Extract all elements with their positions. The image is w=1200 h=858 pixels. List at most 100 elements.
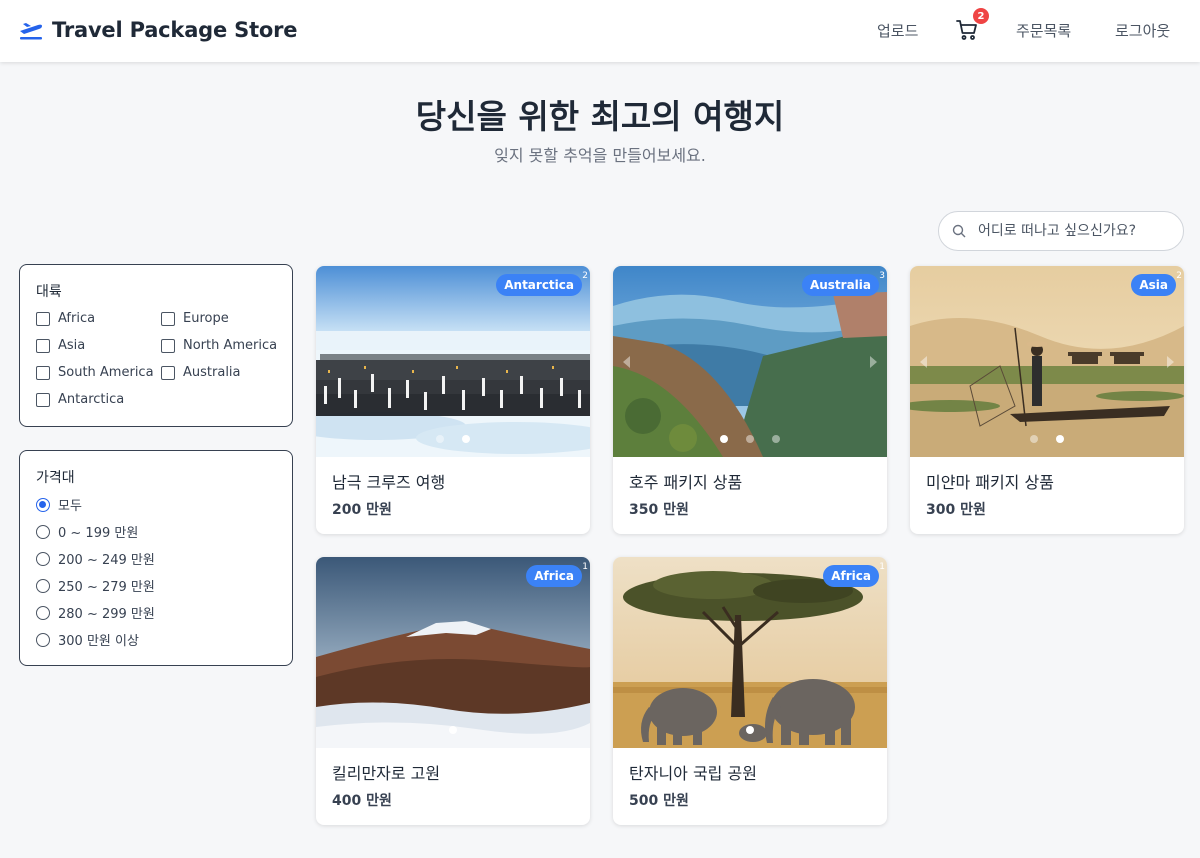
carousel-next-arrow[interactable] bbox=[1167, 356, 1174, 368]
continent-option-label: North America bbox=[183, 338, 278, 353]
carousel-next-arrow[interactable] bbox=[870, 356, 877, 368]
price-option-250-279[interactable]: 250 ~ 279 만원 bbox=[36, 576, 276, 595]
product-name: 미얀마 패키지 상품 bbox=[926, 473, 1054, 492]
brand-name: Travel Package Store bbox=[52, 18, 298, 42]
product-card[interactable]: Africa 1 킬리만자로 고원 400 만원 bbox=[316, 557, 590, 825]
product-price: 300 만원 bbox=[926, 502, 986, 518]
image-count: 1 bbox=[879, 562, 885, 572]
radio-button-selected[interactable] bbox=[36, 497, 50, 512]
carousel-dots bbox=[910, 435, 1184, 443]
carousel-dots bbox=[613, 435, 887, 443]
product-name: 킬리만자로 고원 bbox=[332, 764, 441, 783]
price-option-label: 0 ~ 199 만원 bbox=[58, 526, 139, 541]
carousel-dot-active[interactable] bbox=[1056, 435, 1064, 443]
price-option-label: 300 만원 이상 bbox=[58, 634, 139, 649]
continent-filter-panel: 대륙 Africa Europe Asia North America Sout… bbox=[19, 264, 293, 427]
top-navbar: Travel Package Store 업로드 2 주문목록 로그아웃 bbox=[0, 0, 1200, 62]
checkbox[interactable] bbox=[36, 338, 50, 353]
product-image-carousel[interactable]: Africa 1 bbox=[613, 557, 887, 748]
product-price: 400 만원 bbox=[332, 793, 392, 809]
carousel-dots bbox=[316, 435, 590, 443]
continent-option-label: Europe bbox=[183, 311, 229, 326]
continent-option-north-america[interactable]: North America bbox=[161, 336, 286, 355]
continent-option-label: Antarctica bbox=[58, 392, 125, 407]
carousel-dot-active[interactable] bbox=[449, 726, 457, 734]
product-name: 남극 크루즈 여행 bbox=[332, 473, 446, 492]
product-card[interactable]: Australia 3 호주 패키지 상품 350 만원 bbox=[613, 266, 887, 534]
price-filter-panel: 가격대 모두 0 ~ 199 만원 200 ~ 249 만원 250 ~ 279… bbox=[19, 450, 293, 666]
price-option-280-299[interactable]: 280 ~ 299 만원 bbox=[36, 603, 276, 622]
product-price: 350 만원 bbox=[629, 502, 689, 518]
continent-filter-title: 대륙 bbox=[36, 284, 62, 300]
price-option-label: 280 ~ 299 만원 bbox=[58, 607, 155, 622]
product-image-carousel[interactable]: Africa 1 bbox=[316, 557, 590, 748]
image-count: 2 bbox=[582, 271, 588, 281]
carousel-prev-arrow[interactable] bbox=[623, 356, 630, 368]
product-image-carousel[interactable]: Antarctica 2 bbox=[316, 266, 590, 457]
carousel-dot[interactable] bbox=[746, 435, 754, 443]
search-box[interactable] bbox=[938, 211, 1184, 251]
carousel-dot-active[interactable] bbox=[462, 435, 470, 443]
carousel-dots bbox=[316, 726, 590, 734]
radio-button[interactable] bbox=[36, 551, 50, 566]
price-option-300-plus[interactable]: 300 만원 이상 bbox=[36, 630, 276, 649]
continent-option-south-america[interactable]: South America bbox=[36, 363, 161, 382]
product-image-carousel[interactable]: Asia 2 bbox=[910, 266, 1184, 457]
continent-option-europe[interactable]: Europe bbox=[161, 309, 286, 328]
continent-option-asia[interactable]: Asia bbox=[36, 336, 161, 355]
continent-option-label: South America bbox=[58, 365, 154, 380]
checkbox[interactable] bbox=[161, 311, 175, 326]
carousel-dot[interactable] bbox=[772, 435, 780, 443]
carousel-prev-arrow[interactable] bbox=[920, 356, 927, 368]
radio-button[interactable] bbox=[36, 578, 50, 593]
product-price: 500 만원 bbox=[629, 793, 689, 809]
continent-option-antarctica[interactable]: Antarctica bbox=[36, 390, 161, 409]
product-card[interactable]: Africa 1 탄자니아 국립 공원 500 만원 bbox=[613, 557, 887, 825]
continent-option-label: Australia bbox=[183, 365, 241, 380]
radio-button[interactable] bbox=[36, 632, 50, 647]
search-icon bbox=[952, 224, 966, 238]
radio-button[interactable] bbox=[36, 524, 50, 539]
checkbox[interactable] bbox=[36, 311, 50, 326]
continent-badge: Antarctica bbox=[496, 274, 582, 296]
continent-option-australia[interactable]: Australia bbox=[161, 363, 286, 382]
price-option-all[interactable]: 모두 bbox=[36, 495, 276, 514]
carousel-dot[interactable] bbox=[436, 435, 444, 443]
price-filter-title: 가격대 bbox=[36, 470, 75, 486]
product-card[interactable]: Antarctica 2 남극 크루즈 여행 200 만원 bbox=[316, 266, 590, 534]
checkbox[interactable] bbox=[161, 338, 175, 353]
radio-button[interactable] bbox=[36, 605, 50, 620]
nav-logout-link[interactable]: 로그아웃 bbox=[1115, 20, 1170, 41]
product-price: 200 만원 bbox=[332, 502, 392, 518]
continent-badge: Africa bbox=[823, 565, 879, 587]
image-count: 1 bbox=[582, 562, 588, 572]
price-option-label: 200 ~ 249 만원 bbox=[58, 553, 155, 568]
continent-badge: Asia bbox=[1131, 274, 1176, 296]
search-input[interactable] bbox=[978, 223, 1168, 239]
nav-upload-link[interactable]: 업로드 bbox=[877, 20, 918, 41]
product-name: 호주 패키지 상품 bbox=[629, 473, 743, 492]
carousel-dots bbox=[613, 726, 887, 734]
airplane-icon bbox=[20, 23, 42, 40]
price-option-200-249[interactable]: 200 ~ 249 만원 bbox=[36, 549, 276, 568]
continent-badge: Africa bbox=[526, 565, 582, 587]
carousel-dot-active[interactable] bbox=[720, 435, 728, 443]
price-option-0-199[interactable]: 0 ~ 199 만원 bbox=[36, 522, 276, 541]
nav-orders-link[interactable]: 주문목록 bbox=[1016, 20, 1071, 41]
brand-logo-link[interactable]: Travel Package Store bbox=[18, 17, 298, 43]
image-count: 2 bbox=[1176, 271, 1182, 281]
product-image-carousel[interactable]: Australia 3 bbox=[613, 266, 887, 457]
carousel-dot-active[interactable] bbox=[746, 726, 754, 734]
cart-count-badge: 2 bbox=[973, 8, 989, 24]
checkbox[interactable] bbox=[36, 392, 50, 407]
continent-option-label: Asia bbox=[58, 338, 86, 353]
continent-badge: Australia bbox=[801, 274, 879, 296]
continent-option-africa[interactable]: Africa bbox=[36, 309, 161, 328]
carousel-dot[interactable] bbox=[1030, 435, 1038, 443]
checkbox[interactable] bbox=[161, 365, 175, 380]
price-option-label: 250 ~ 279 만원 bbox=[58, 580, 155, 595]
price-option-label: 모두 bbox=[58, 499, 82, 514]
product-card[interactable]: Asia 2 미얀마 패키지 상품 300 만원 bbox=[910, 266, 1184, 534]
checkbox[interactable] bbox=[36, 365, 50, 380]
hero-subtitle: 잊지 못할 추억을 만들어보세요. bbox=[494, 146, 706, 165]
